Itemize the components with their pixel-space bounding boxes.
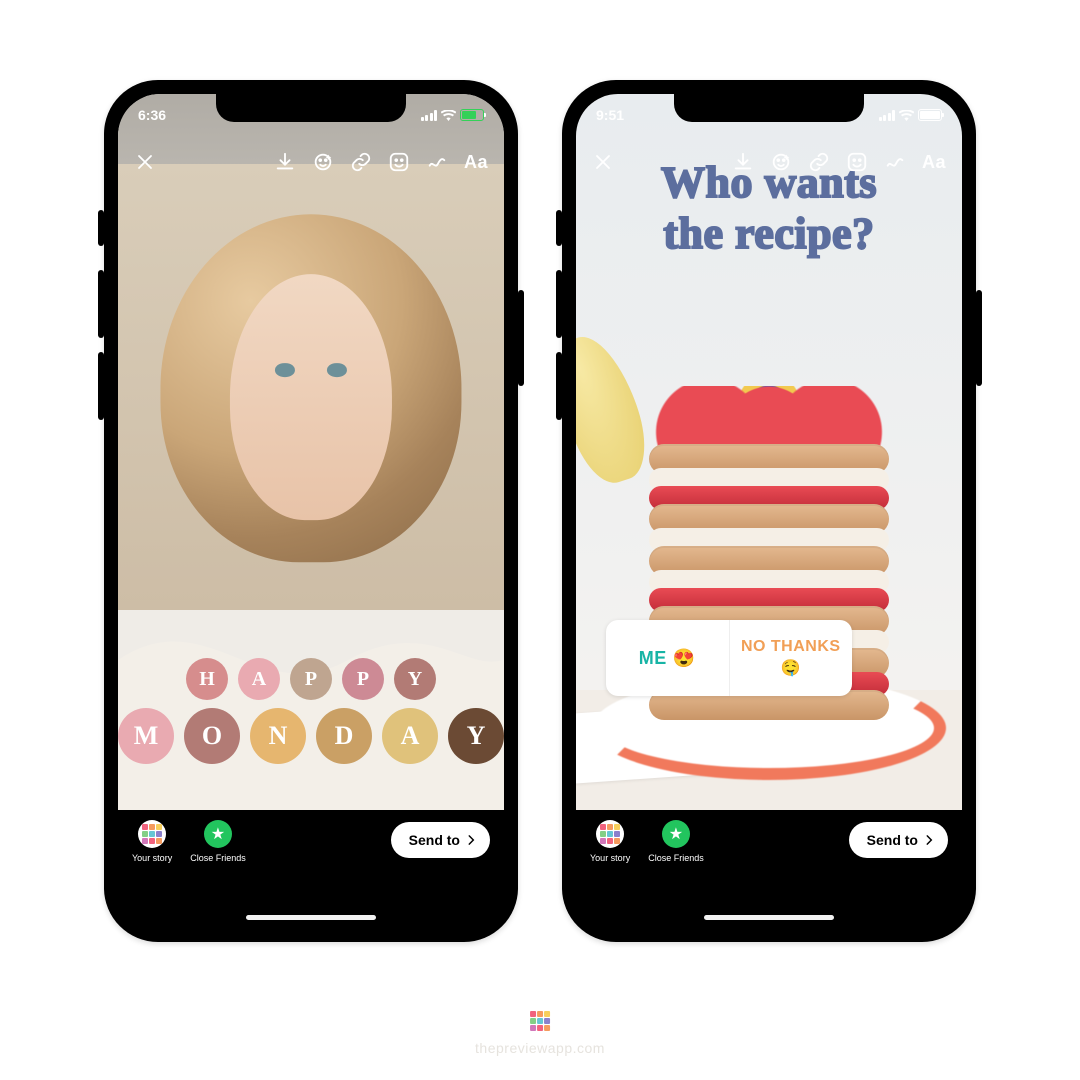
your-story-button[interactable]: Your story (590, 820, 630, 863)
circle-letter: A (238, 658, 280, 700)
headline-line-2: the recipe? (576, 209, 962, 260)
send-to-button[interactable]: Send to (849, 822, 948, 858)
circle-letter: O (184, 708, 240, 764)
volume-down-button (556, 352, 562, 420)
circle-letter: N (250, 708, 306, 764)
watermark-text: thepreviewapp.com (475, 1040, 605, 1056)
poll-sticker[interactable]: ME 😍 NO THANKS 🤤 (606, 620, 852, 696)
volume-up-button (98, 270, 104, 338)
cellular-icon (421, 110, 438, 121)
close-friends-label: Close Friends (190, 853, 246, 863)
poll-option-right[interactable]: NO THANKS 🤤 (730, 620, 853, 696)
status-time: 9:51 (596, 107, 624, 123)
drool-emoji-icon: 🤤 (781, 658, 801, 678)
link-icon[interactable] (350, 151, 372, 173)
wifi-icon (899, 110, 914, 121)
mute-switch (556, 210, 562, 246)
close-icon[interactable] (134, 151, 156, 173)
battery-icon (918, 109, 942, 121)
poll-left-text: ME (639, 648, 667, 669)
status-right (879, 109, 943, 121)
story-canvas[interactable]: Who wants the recipe? ME 😍 NO THANKS 🤤 (576, 94, 962, 820)
wifi-icon (441, 110, 456, 121)
status-time: 6:36 (138, 107, 166, 123)
close-friends-button[interactable]: ★ Close Friends (190, 820, 246, 863)
sticker-icon[interactable] (846, 151, 868, 173)
home-indicator[interactable] (246, 915, 376, 920)
banana (576, 327, 657, 491)
volume-down-button (98, 352, 104, 420)
download-icon[interactable] (274, 151, 296, 173)
face-effect-icon[interactable] (770, 151, 792, 173)
link-icon[interactable] (808, 151, 830, 173)
cellular-icon (879, 110, 896, 121)
text-row-monday: MONDAY (118, 708, 504, 764)
close-icon[interactable] (592, 151, 614, 173)
chevron-right-icon (464, 833, 478, 847)
poll-option-left[interactable]: ME 😍 (606, 620, 730, 696)
notch (216, 94, 406, 122)
your-story-label: Your story (590, 853, 630, 863)
story-canvas[interactable]: HAPPY MONDAY (118, 94, 504, 820)
power-button (518, 290, 524, 386)
heart-eyes-emoji-icon: 😍 (673, 648, 696, 669)
send-to-label: Send to (867, 832, 918, 848)
circle-letter: M (118, 708, 174, 764)
your-story-icon (596, 820, 624, 848)
circle-letter: H (186, 658, 228, 700)
draw-icon[interactable] (884, 151, 906, 173)
story-toolbar: Aa (576, 140, 962, 184)
portrait-photo (118, 164, 504, 610)
text-row-happy: HAPPY (118, 658, 504, 700)
circle-letter: Y (448, 708, 504, 764)
circle-letter: Y (394, 658, 436, 700)
battery-icon (460, 109, 484, 121)
your-story-button[interactable]: Your story (132, 820, 172, 863)
phone-left: 6:36 Aa (104, 80, 518, 942)
story-toolbar: Aa (118, 140, 504, 184)
download-icon[interactable] (732, 151, 754, 173)
home-indicator[interactable] (704, 915, 834, 920)
your-story-label: Your story (132, 853, 172, 863)
story-bottom-bar: Your story ★ Close Friends Send to (118, 810, 504, 928)
face-effect-icon[interactable] (312, 151, 334, 173)
story-bottom-bar: Your story ★ Close Friends Send to (576, 810, 962, 928)
draw-icon[interactable] (426, 151, 448, 173)
circle-letter: P (342, 658, 384, 700)
sticker-icon[interactable] (388, 151, 410, 173)
mute-switch (98, 210, 104, 246)
notch (674, 94, 864, 122)
close-friends-button[interactable]: ★ Close Friends (648, 820, 704, 863)
circle-letter: A (382, 708, 438, 764)
previewapp-logo-icon (527, 1008, 553, 1034)
text-tool-icon[interactable]: Aa (464, 152, 488, 173)
close-friends-label: Close Friends (648, 853, 704, 863)
close-friends-icon: ★ (662, 820, 690, 848)
circle-letter: P (290, 658, 332, 700)
your-story-icon (138, 820, 166, 848)
status-right (421, 109, 485, 121)
watermark: thepreviewapp.com (475, 1008, 605, 1056)
close-friends-icon: ★ (204, 820, 232, 848)
screen: 9:51 Aa (576, 94, 962, 928)
text-tool-icon[interactable]: Aa (922, 152, 946, 173)
stage: 6:36 Aa (0, 0, 1080, 1080)
phone-right: 9:51 Aa (562, 80, 976, 942)
circle-letter: D (316, 708, 372, 764)
send-to-button[interactable]: Send to (391, 822, 490, 858)
poll-right-text: NO THANKS (741, 638, 841, 656)
chevron-right-icon (922, 833, 936, 847)
send-to-label: Send to (409, 832, 460, 848)
power-button (976, 290, 982, 386)
screen: 6:36 Aa (118, 94, 504, 928)
volume-up-button (556, 270, 562, 338)
